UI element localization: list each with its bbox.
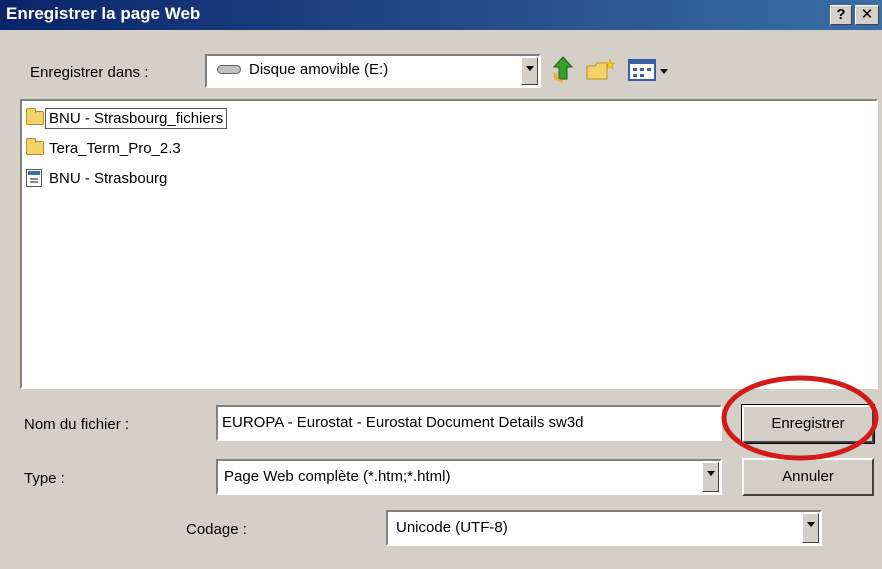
removable-drive-icon [217, 65, 241, 74]
encoding-value: Unicode (UTF-8) [396, 519, 508, 536]
file-item[interactable]: Tera_Term_Pro_2.3 [26, 137, 184, 159]
up-folder-icon[interactable] [550, 55, 576, 83]
chevron-down-icon[interactable] [521, 57, 538, 85]
filename-label: Nom du fichier : [24, 416, 130, 433]
folder-icon [26, 108, 44, 125]
chevron-down-icon[interactable] [702, 462, 719, 492]
encoding-select[interactable]: Unicode (UTF-8) [386, 510, 822, 546]
save-in-label: Enregistrer dans : [30, 64, 149, 81]
help-button[interactable]: ? [830, 5, 852, 25]
folder-icon [26, 138, 44, 155]
highlight-circle [721, 375, 879, 461]
close-button[interactable]: ✕ [855, 5, 879, 25]
save-in-combobox[interactable]: Disque amovible (E:) [205, 54, 541, 88]
html-document-icon [26, 169, 42, 187]
file-item[interactable]: BNU - Strasbourg_fichiers [26, 107, 228, 129]
filename-value: EUROPA - Eurostat - Eurostat Document De… [222, 414, 584, 431]
title-bar[interactable]: Enregistrer la page Web ? ✕ [0, 0, 882, 30]
help-icon: ? [836, 6, 846, 23]
encoding-label: Codage : [186, 521, 247, 538]
type-label: Type : [24, 470, 65, 487]
close-icon: ✕ [860, 6, 874, 23]
type-select[interactable]: Page Web complète (*.htm;*.html) [216, 459, 722, 495]
filename-input[interactable]: EUROPA - Eurostat - Eurostat Document De… [216, 405, 722, 441]
file-name: Tera_Term_Pro_2.3 [49, 139, 181, 157]
chevron-down-icon[interactable] [802, 513, 819, 543]
save-web-page-dialog: Enregistrer la page Web ? ✕ Enregistrer … [0, 0, 882, 569]
dialog-title: Enregistrer la page Web [6, 4, 201, 23]
type-value: Page Web complète (*.htm;*.html) [224, 468, 451, 485]
view-menu-icon[interactable] [628, 58, 674, 84]
file-item[interactable]: BNU - Strasbourg [26, 167, 170, 189]
new-folder-icon[interactable] [585, 57, 617, 83]
file-list[interactable]: BNU - Strasbourg_fichiers Tera_Term_Pro_… [20, 99, 878, 389]
file-name: BNU - Strasbourg [49, 169, 168, 187]
save-in-value: Disque amovible (E:) [249, 61, 389, 78]
file-name: BNU - Strasbourg_fichiers [44, 107, 228, 129]
